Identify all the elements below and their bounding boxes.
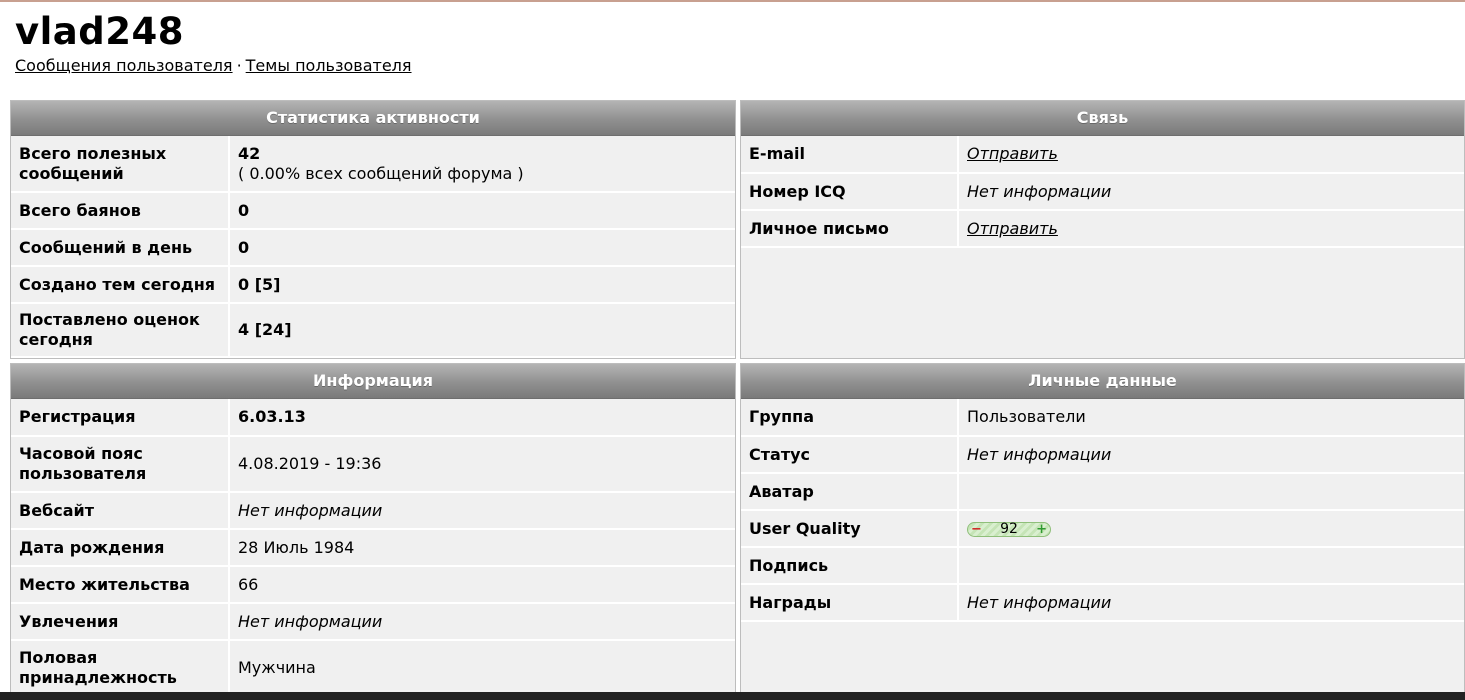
row-label: Дата рождения bbox=[11, 529, 230, 567]
info-panel-title: Информация bbox=[11, 364, 735, 399]
row-value: Нет информации bbox=[958, 584, 1464, 622]
personal-row-status: Статус Нет информации bbox=[741, 436, 1464, 474]
top-rule bbox=[0, 0, 1465, 2]
quality-score: 92 bbox=[1000, 520, 1018, 537]
row-label: Награды bbox=[741, 584, 959, 622]
contact-table: E-mail Отправить Номер ICQ Нет информаци… bbox=[741, 136, 1464, 248]
row-label: Увлечения bbox=[11, 603, 230, 641]
info-row-gender: Половая принадлежность Мужчина bbox=[11, 640, 735, 692]
row-value: 0 bbox=[229, 229, 735, 267]
activity-table: Всего полезных сообщений 42( 0.00% всех … bbox=[11, 136, 735, 358]
contact-row-pm: Личное письмо Отправить bbox=[741, 210, 1464, 248]
activity-row-topics-today: Создано тем сегодня 0 [5] bbox=[11, 266, 735, 304]
row-value bbox=[958, 473, 1464, 511]
info-row-birthday: Дата рождения 28 Июль 1984 bbox=[11, 529, 735, 567]
contact-row-email: E-mail Отправить bbox=[741, 136, 1464, 174]
row-label: Личное письмо bbox=[741, 210, 959, 248]
activity-panel-title: Статистика активности bbox=[11, 101, 735, 136]
quality-plus-icon[interactable]: + bbox=[1036, 523, 1047, 536]
personal-table: Группа Пользователи Статус Нет информаци… bbox=[741, 399, 1464, 622]
row-value: Пользователи bbox=[958, 399, 1464, 437]
row-label: E-mail bbox=[741, 136, 959, 174]
row-label: Всего полезных сообщений bbox=[11, 136, 230, 193]
user-quality-meter: − 92 + bbox=[967, 520, 1051, 537]
info-row-website: Вебсайт Нет информации bbox=[11, 492, 735, 530]
useful-posts-count: 42 bbox=[238, 143, 261, 163]
personal-row-user-quality: User Quality − 92 + bbox=[741, 510, 1464, 548]
username-title: vlad248 bbox=[15, 10, 184, 53]
activity-panel: Статистика активности Всего полезных соо… bbox=[10, 100, 736, 359]
personal-row-signature: Подпись bbox=[741, 547, 1464, 585]
row-value: 6.03.13 bbox=[229, 399, 735, 437]
row-value: Мужчина bbox=[229, 640, 735, 692]
row-label: Группа bbox=[741, 399, 959, 437]
personal-panel-title: Личные данные bbox=[741, 364, 1464, 399]
row-label: Вебсайт bbox=[11, 492, 230, 530]
info-row-location: Место жительства 66 bbox=[11, 566, 735, 604]
row-value: Нет информации bbox=[229, 603, 735, 641]
row-label: Подпись bbox=[741, 547, 959, 585]
row-value: 66 bbox=[229, 566, 735, 604]
row-value: 0 [5] bbox=[229, 266, 735, 304]
row-value: Нет информации bbox=[958, 173, 1464, 211]
row-label: Место жительства bbox=[11, 566, 230, 604]
row-value: − 92 + bbox=[958, 510, 1464, 548]
row-label: Часовой пояс пользователя bbox=[11, 436, 230, 493]
row-value bbox=[958, 547, 1464, 585]
personal-row-avatar: Аватар bbox=[741, 473, 1464, 511]
activity-row-bayans: Всего баянов 0 bbox=[11, 192, 735, 230]
row-label: Половая принадлежность bbox=[11, 640, 230, 692]
row-label: Аватар bbox=[741, 473, 959, 511]
activity-row-posts-per-day: Сообщений в день 0 bbox=[11, 229, 735, 267]
activity-row-useful-posts: Всего полезных сообщений 42( 0.00% всех … bbox=[11, 136, 735, 193]
row-label: Всего баянов bbox=[11, 192, 230, 230]
row-label: Сообщений в день bbox=[11, 229, 230, 267]
row-value: 42( 0.00% всех сообщений форума ) bbox=[229, 136, 735, 193]
info-panel: Информация Регистрация 6.03.13 Часовой п… bbox=[10, 363, 736, 693]
row-label: User Quality bbox=[741, 510, 959, 548]
row-label: Регистрация bbox=[11, 399, 230, 437]
row-value: 4 [24] bbox=[229, 303, 735, 358]
info-table: Регистрация 6.03.13 Часовой пояс пользов… bbox=[11, 399, 735, 692]
row-value: 0 bbox=[229, 192, 735, 230]
contact-panel-title: Связь bbox=[741, 101, 1464, 136]
personal-row-awards: Награды Нет информации bbox=[741, 584, 1464, 622]
row-label: Поставлено оценок сегодня bbox=[11, 303, 230, 358]
info-row-registration: Регистрация 6.03.13 bbox=[11, 399, 735, 437]
taskbar-strip bbox=[0, 692, 1465, 700]
useful-posts-share: ( 0.00% всех сообщений форума ) bbox=[238, 163, 524, 183]
contact-row-icq: Номер ICQ Нет информации bbox=[741, 173, 1464, 211]
user-links: Сообщения пользователя · Темы пользователя bbox=[15, 56, 412, 76]
row-value: 4.08.2019 - 19:36 bbox=[229, 436, 735, 493]
row-label: Номер ICQ bbox=[741, 173, 959, 211]
user-posts-link[interactable]: Сообщения пользователя bbox=[15, 56, 233, 75]
activity-row-ratings-today: Поставлено оценок сегодня 4 [24] bbox=[11, 303, 735, 358]
user-topics-link[interactable]: Темы пользователя bbox=[246, 56, 412, 75]
personal-panel: Личные данные Группа Пользователи Статус… bbox=[740, 363, 1465, 693]
row-value: Отправить bbox=[958, 136, 1464, 174]
send-email-link[interactable]: Отправить bbox=[967, 144, 1058, 163]
contact-panel: Связь E-mail Отправить Номер ICQ Нет инф… bbox=[740, 100, 1465, 359]
send-pm-link[interactable]: Отправить bbox=[967, 219, 1058, 238]
row-value: Нет информации bbox=[958, 436, 1464, 474]
quality-minus-icon[interactable]: − bbox=[971, 523, 982, 536]
row-label: Статус bbox=[741, 436, 959, 474]
personal-row-group: Группа Пользователи bbox=[741, 399, 1464, 437]
row-value: 28 Июль 1984 bbox=[229, 529, 735, 567]
row-value: Отправить bbox=[958, 210, 1464, 248]
link-separator: · bbox=[236, 56, 242, 75]
row-label: Создано тем сегодня bbox=[11, 266, 230, 304]
info-row-hobbies: Увлечения Нет информации bbox=[11, 603, 735, 641]
info-row-timezone: Часовой пояс пользователя 4.08.2019 - 19… bbox=[11, 436, 735, 493]
row-value: Нет информации bbox=[229, 492, 735, 530]
